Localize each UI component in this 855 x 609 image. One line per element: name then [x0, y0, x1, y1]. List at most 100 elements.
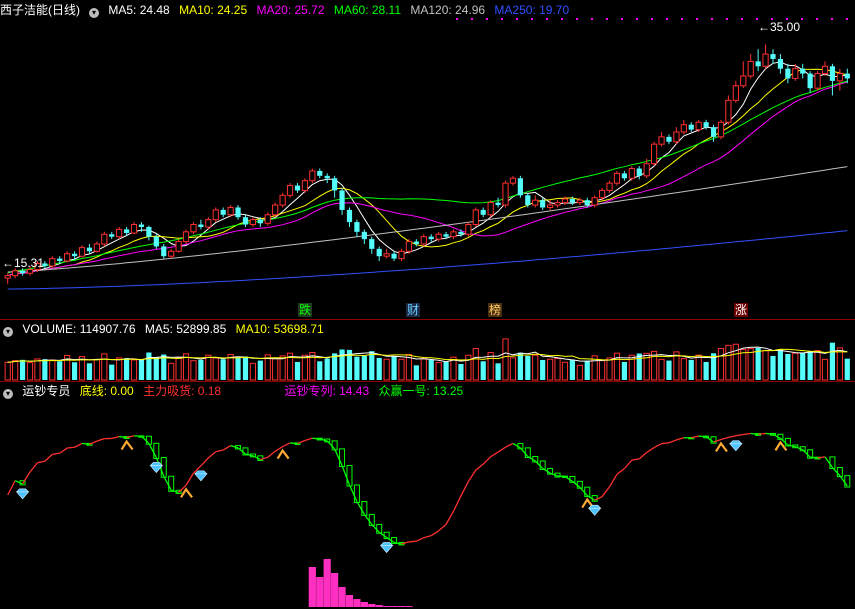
candle-body: [168, 250, 175, 257]
indicator-line: [505, 442, 514, 448]
volume-bar: [4, 361, 11, 381]
panel-separator: [0, 319, 855, 320]
volume-bar: [272, 358, 279, 381]
volume-bar: [569, 359, 575, 380]
accumulation-bar: [353, 599, 361, 607]
sell-arrow-icon: [774, 440, 788, 452]
volume-bar: [34, 358, 41, 381]
candle-body: [606, 182, 613, 191]
indicator-line: [37, 460, 45, 464]
collapse-circle-icon[interactable]: ▾: [3, 327, 13, 337]
event-tag-rise[interactable]: 涨: [734, 303, 749, 317]
candle-body: [703, 122, 709, 128]
indicator-panel: [7, 432, 851, 607]
signal-dot: [651, 18, 653, 20]
volume-bar: [658, 358, 665, 381]
volume-bar: [747, 348, 754, 381]
volume-bar: [821, 358, 829, 381]
volume-bar: [495, 363, 501, 380]
indicator-line: [497, 446, 506, 453]
indicator-header: ▾ 运钞专员 底线: 0.00 主力吸货: 0.18 运钞专列: 14.43 众…: [0, 383, 469, 399]
indicator-name: 运钞专员: [22, 384, 71, 398]
candle-body: [525, 195, 531, 206]
signal-dot: [546, 18, 548, 20]
volume-bar: [770, 355, 776, 380]
volume-bar: [777, 349, 784, 380]
indicator-line: [408, 540, 417, 543]
volume-bar: [844, 358, 850, 380]
indicator-line: [802, 449, 811, 458]
indicator-line: [386, 536, 395, 544]
buy-diamond-icon: [729, 440, 743, 452]
indicator-line: [252, 455, 261, 461]
volume-bar: [584, 360, 590, 380]
indicator-line: [482, 456, 492, 465]
volume-bar: [472, 348, 479, 381]
indicator-line: [141, 435, 150, 444]
candle-body: [369, 239, 375, 249]
volume-bar: [227, 353, 234, 381]
candle-body: [458, 231, 464, 235]
signal-dot: [816, 18, 818, 20]
volume-bar: [599, 360, 606, 381]
candle-body: [717, 121, 725, 138]
volume-bar: [465, 354, 472, 381]
indicator-line: [772, 433, 781, 439]
event-tag-drop[interactable]: 跌: [298, 303, 313, 317]
volume-bar: [755, 347, 761, 380]
indicator-line: [467, 469, 477, 482]
baseline-label: 底线: 0.00: [79, 384, 134, 398]
volume-bar: [413, 365, 419, 380]
collapse-circle-icon[interactable]: ▾: [89, 8, 100, 18]
volume-bar: [220, 359, 226, 380]
candle-body: [317, 170, 323, 176]
sell-arrow-icon: [715, 441, 728, 453]
indicator-line: [438, 523, 447, 532]
volume-bar: [443, 361, 449, 380]
candle-body: [844, 73, 850, 79]
candle-body: [762, 53, 769, 67]
stock-name: 西子洁能: [0, 3, 49, 17]
signal-dot: [591, 18, 593, 20]
indicator-line: [638, 452, 648, 460]
indicator-line: [334, 448, 343, 466]
event-tag-ranking[interactable]: 榜: [488, 303, 503, 317]
indicator-line: [260, 456, 268, 461]
event-tag-earnings[interactable]: 财: [406, 303, 421, 317]
indicator-line: [222, 445, 231, 451]
indicator-line: [423, 535, 432, 539]
accumulation-label: 主力吸货: 0.18: [143, 384, 222, 398]
candle-body: [472, 209, 479, 226]
candle-body: [740, 75, 747, 87]
indicator-line: [378, 531, 388, 539]
indicator-line: [616, 468, 625, 475]
candle-body: [673, 131, 680, 143]
indicator-line: [74, 442, 83, 448]
candle-body: [57, 258, 63, 262]
volume-bar: [509, 357, 517, 381]
indicator-line: [519, 447, 529, 457]
candle-body: [561, 198, 569, 204]
volume-bar: [301, 354, 309, 381]
volume-bar: [554, 357, 561, 381]
signal-dot: [561, 18, 563, 20]
volume-bar: [688, 359, 694, 380]
accumulation-bar: [383, 606, 391, 607]
volume-bar: [257, 360, 263, 380]
indicator-line: [720, 436, 729, 441]
volume-bar: [168, 362, 175, 381]
candle-body: [354, 222, 360, 232]
candle-body: [443, 234, 449, 237]
volume-bar: [636, 353, 642, 380]
panel-separator: [0, 381, 855, 382]
volume-bar: [205, 354, 212, 381]
collapse-circle-icon[interactable]: ▾: [3, 389, 13, 399]
indicator-line: [22, 471, 31, 485]
candle-body: [376, 248, 382, 257]
candle-body: [480, 209, 486, 215]
indicator-line: [705, 436, 714, 443]
candle-body: [755, 61, 761, 67]
volume-bar: [212, 357, 219, 381]
volume-bar: [621, 361, 627, 380]
indicator-line: [29, 462, 38, 473]
